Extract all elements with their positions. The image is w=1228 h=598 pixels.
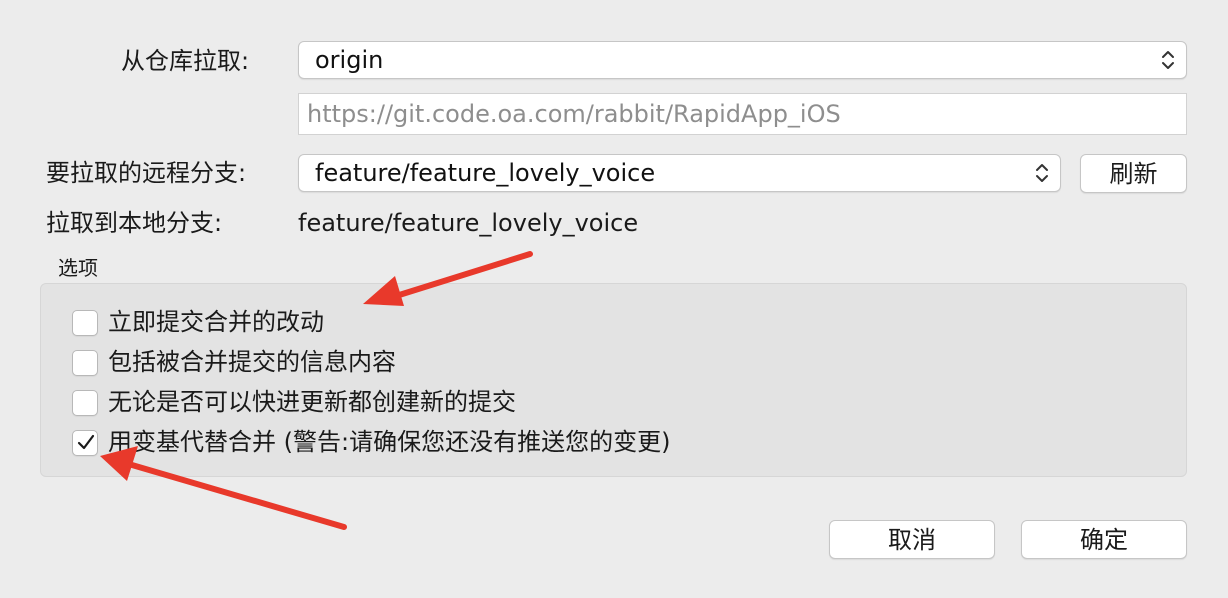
option-label: 用变基代替合并 (警告:请确保您还没有推送您的变更) — [108, 428, 671, 456]
checkmark-icon — [77, 434, 95, 450]
repo-url-text: https://git.code.oa.com/rabbit/RapidApp_… — [307, 100, 841, 128]
local-branch-value: feature/feature_lovely_voice — [298, 209, 639, 237]
repo-url-field[interactable]: https://git.code.oa.com/rabbit/RapidApp_… — [298, 93, 1187, 135]
repo-select[interactable]: origin — [298, 41, 1187, 79]
checkbox[interactable] — [72, 350, 98, 376]
ok-button[interactable]: 确定 — [1021, 520, 1187, 559]
chevron-up-down-icon — [1032, 161, 1052, 185]
option-label: 立即提交合并的改动 — [108, 308, 324, 336]
cancel-button[interactable]: 取消 — [829, 520, 995, 559]
remote-branch-label: 要拉取的远程分支: — [46, 159, 247, 187]
option-label: 无论是否可以快进更新都创建新的提交 — [108, 388, 516, 416]
repo-label: 从仓库拉取: — [121, 47, 250, 75]
option-label: 包括被合并提交的信息内容 — [108, 348, 396, 376]
local-branch-label: 拉取到本地分支: — [46, 209, 223, 237]
options-group-title: 选项 — [58, 256, 98, 280]
chevron-up-down-icon — [1158, 48, 1178, 72]
checkbox[interactable] — [72, 310, 98, 336]
checkbox-checked[interactable] — [72, 430, 98, 456]
refresh-button[interactable]: 刷新 — [1080, 154, 1187, 193]
remote-branch-select-value: feature/feature_lovely_voice — [315, 159, 656, 187]
checkbox[interactable] — [72, 390, 98, 416]
repo-select-value: origin — [315, 46, 384, 74]
remote-branch-select[interactable]: feature/feature_lovely_voice — [298, 154, 1061, 192]
